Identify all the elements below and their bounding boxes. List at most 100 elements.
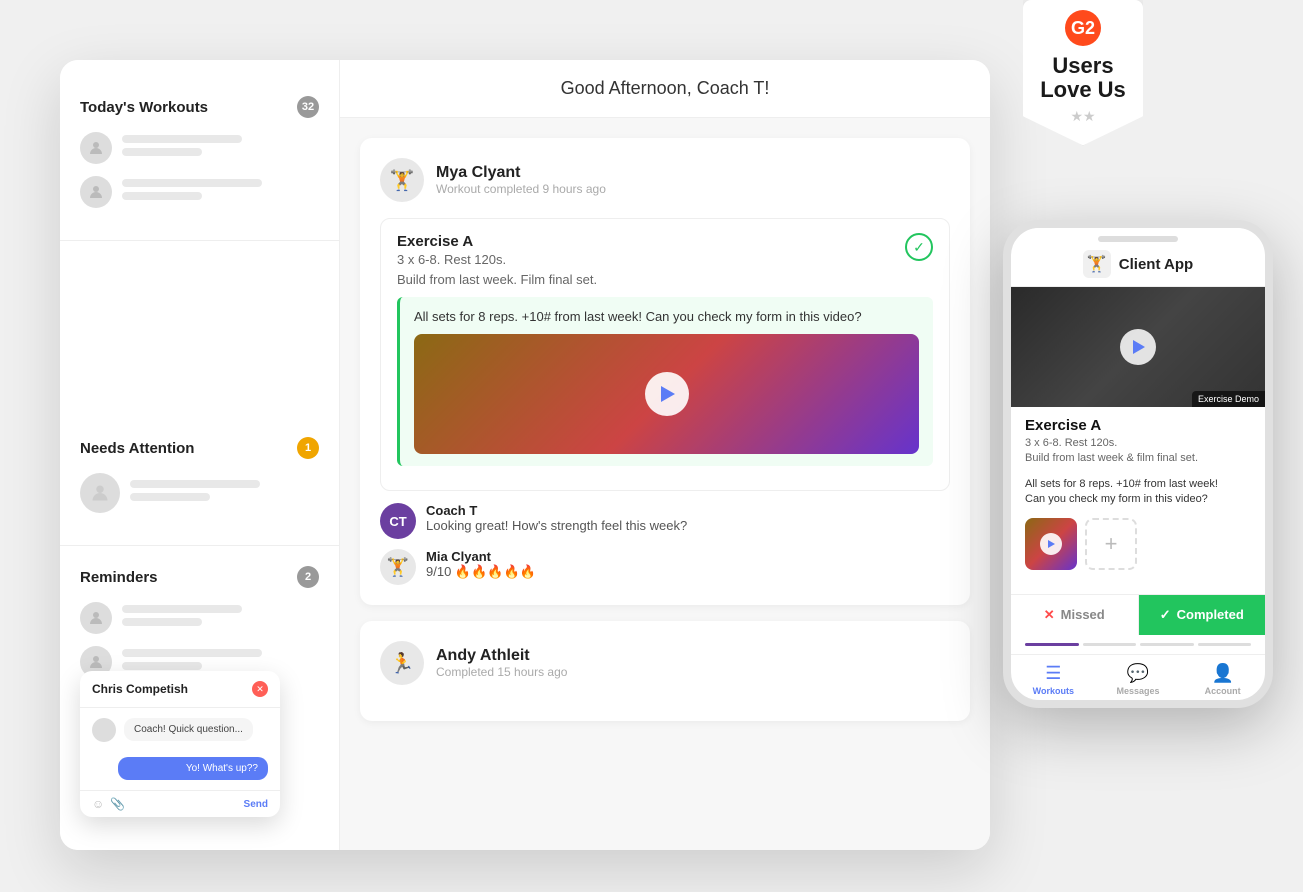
main-content: Good Afternoon, Coach T! 🏋️ Mya Clyant W…	[340, 60, 990, 850]
phone-add-media-button[interactable]: +	[1085, 518, 1137, 570]
client-avatar: 🏋️	[380, 549, 416, 585]
phone-progress	[1011, 635, 1265, 654]
comment-text: All sets for 8 reps. +10# from last week…	[414, 309, 919, 324]
nav-account[interactable]: 👤 Account	[1180, 663, 1265, 696]
phone-header: 🏋️ Client App	[1011, 246, 1265, 287]
comment-block: All sets for 8 reps. +10# from last week…	[397, 297, 933, 466]
attention-avatar	[80, 473, 120, 513]
exercise-header: Exercise A 3 x 6-8. Rest 120s. Build fro…	[397, 233, 933, 289]
reminders-label: Reminders	[80, 569, 158, 586]
chat-input-row: ☺ 📎 Send	[80, 790, 280, 817]
messages-icon: 💬	[1127, 663, 1149, 684]
progress-seg-4	[1198, 643, 1252, 646]
todays-workouts-section: Today's Workouts 32	[60, 80, 339, 236]
missed-label: Missed	[1061, 607, 1105, 622]
client-reply-text: 9/10 🔥🔥🔥🔥🔥	[426, 564, 536, 580]
phone-comment: All sets for 8 reps. +10# from last week…	[1025, 477, 1251, 508]
needs-attention-label: Needs Attention	[80, 440, 194, 457]
activity-card-1: 🏋️ Mya Clyant Workout completed 9 hours …	[360, 138, 970, 605]
phone-missed-button[interactable]: ✕ Missed	[1011, 595, 1139, 635]
andy-user-row: 🏃 Andy Athleit Completed 15 hours ago	[380, 641, 950, 685]
todays-workouts-badge: 32	[297, 96, 319, 118]
g2-title: Users Love Us	[1035, 54, 1131, 102]
chat-bubble: Chris Competish ✕ Coach! Quick question.…	[80, 671, 280, 817]
avatar-2	[80, 176, 112, 208]
video-thumbnail[interactable]	[414, 334, 919, 454]
activity-user-row-1: 🏋️ Mya Clyant Workout completed 9 hours …	[380, 158, 950, 202]
phone-video-overlay: Exercise Demo	[1192, 391, 1265, 407]
phone-notch	[1098, 236, 1178, 242]
chat-sender-avatar	[92, 718, 116, 742]
phone-completed-button[interactable]: ✓ Completed	[1139, 595, 1266, 635]
chat-send-button[interactable]: Send	[244, 799, 268, 810]
avatar-1	[80, 132, 112, 164]
coach-reply-row: CT Coach T Looking great! How's strength…	[380, 503, 950, 539]
phone-thumb-video[interactable]	[1025, 518, 1077, 570]
phone-nav: ☰ Workouts 💬 Messages 👤 Account	[1011, 654, 1265, 700]
chat-icons: ☺ 📎	[92, 797, 125, 811]
todays-workouts-label: Today's Workouts	[80, 99, 208, 116]
nav-messages[interactable]: 💬 Messages	[1096, 663, 1181, 696]
phone-body: Exercise Demo Exercise A 3 x 6-8. Rest 1…	[1011, 287, 1265, 700]
phone-video[interactable]: Exercise Demo	[1011, 287, 1265, 407]
phone-play-button[interactable]	[1120, 329, 1156, 365]
messages-label: Messages	[1116, 686, 1159, 696]
workout-user-row-1[interactable]	[80, 132, 319, 164]
phone-exercise-detail: 3 x 6-8. Rest 120s.Build from last week …	[1025, 436, 1251, 467]
play-button[interactable]	[645, 372, 689, 416]
play-icon	[661, 386, 675, 402]
phone-play-icon	[1133, 340, 1145, 354]
phone-content: Exercise A 3 x 6-8. Rest 120s.Build from…	[1011, 407, 1265, 594]
chat-header-name: Chris Competish	[92, 682, 188, 696]
chat-msg-received: Coach! Quick question...	[124, 718, 253, 741]
chat-attachment-icon[interactable]: 📎	[110, 797, 125, 811]
client-reply-row: 🏋️ Mia Clyant 9/10 🔥🔥🔥🔥🔥	[380, 549, 950, 585]
account-icon: 👤	[1211, 663, 1233, 684]
completed-label: Completed	[1177, 607, 1244, 622]
x-icon: ✕	[1044, 607, 1055, 623]
phone-frame: 🏋️ Client App Exercise Demo Exercise A 3…	[1003, 220, 1273, 708]
reminder-placeholder-1	[122, 605, 319, 631]
chat-emoji-icon[interactable]: ☺	[92, 797, 104, 811]
mya-time: Workout completed 9 hours ago	[436, 182, 606, 196]
workouts-icon: ☰	[1045, 663, 1061, 684]
workouts-label: Workouts	[1033, 686, 1074, 696]
needs-attention-section: Needs Attention 1	[60, 421, 339, 541]
workout-user-row-2[interactable]	[80, 176, 319, 208]
g2-logo: G2	[1065, 10, 1101, 46]
phone-exercise-name: Exercise A	[1025, 417, 1251, 434]
phone-app-icon: 🏋️	[1083, 250, 1111, 278]
reminders-badge: 2	[297, 566, 319, 588]
attention-user-row[interactable]	[80, 473, 319, 513]
main-body: 🏋️ Mya Clyant Workout completed 9 hours …	[340, 118, 990, 850]
placeholder-lines-1	[122, 135, 319, 161]
phone-thumb-play-icon	[1048, 540, 1055, 548]
main-header: Good Afternoon, Coach T!	[340, 60, 990, 118]
andy-time: Completed 15 hours ago	[436, 665, 567, 679]
exercise-block-a: Exercise A 3 x 6-8. Rest 120s. Build fro…	[380, 218, 950, 491]
phone-thumb-play-btn[interactable]	[1040, 533, 1062, 555]
chat-close-button[interactable]: ✕	[252, 681, 268, 697]
exercise-info: Exercise A 3 x 6-8. Rest 120s. Build fro…	[397, 233, 597, 289]
exercise-detail-1: 3 x 6-8. Rest 120s.	[397, 250, 597, 270]
exercise-detail-2: Build from last week. Film final set.	[397, 270, 597, 290]
reminder-row-1[interactable]	[80, 602, 319, 634]
nav-workouts[interactable]: ☰ Workouts	[1011, 663, 1096, 696]
attention-placeholder	[130, 480, 319, 506]
account-label: Account	[1205, 686, 1241, 696]
coach-name: Coach T	[426, 503, 687, 518]
mya-avatar: 🏋️	[380, 158, 424, 202]
main-header-title: Good Afternoon, Coach T!	[561, 78, 770, 98]
coach-avatar: CT	[380, 503, 416, 539]
g2-stars: ★★	[1035, 108, 1131, 125]
checkmark-icon: ✓	[1160, 607, 1171, 623]
chat-header: Chris Competish ✕	[80, 671, 280, 708]
activity-card-2: 🏃 Andy Athleit Completed 15 hours ago	[360, 621, 970, 721]
chat-body: Coach! Quick question... Yo! What's up??	[80, 708, 280, 790]
client-name: Mia Clyant	[426, 549, 536, 564]
andy-avatar: 🏃	[380, 641, 424, 685]
phone-action-row: ✕ Missed ✓ Completed	[1011, 594, 1265, 635]
phone-notch-bar	[1011, 228, 1265, 246]
g2-badge: G2 Users Love Us ★★	[1023, 0, 1143, 145]
progress-seg-2	[1083, 643, 1137, 646]
